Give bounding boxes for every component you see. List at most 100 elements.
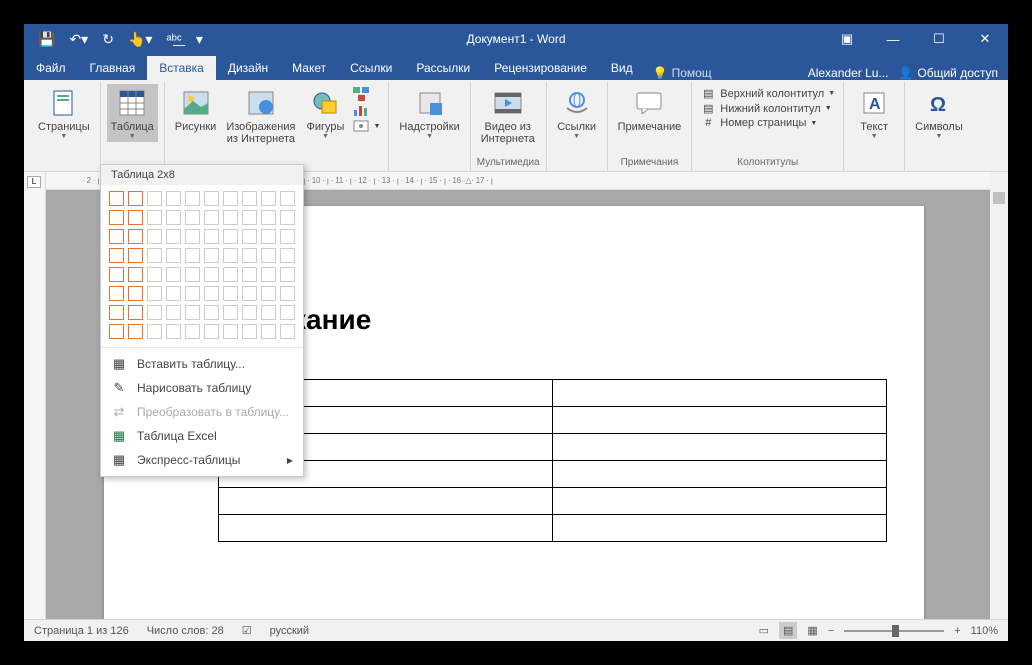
grid-cell[interactable] [128,267,143,282]
grid-cell[interactable] [223,267,238,282]
page-number-button[interactable]: #Номер страницы ▼ [698,116,837,130]
tab-insert[interactable]: Вставка [147,56,216,80]
table-size-grid[interactable] [101,185,303,347]
grid-cell[interactable] [185,229,200,244]
grid-cell[interactable] [204,248,219,263]
tab-review[interactable]: Рецензирование [482,56,599,80]
grid-cell[interactable] [185,248,200,263]
grid-cell[interactable] [147,267,162,282]
grid-cell[interactable] [147,248,162,263]
chart-button[interactable] [351,102,382,118]
word-count[interactable]: Число слов: 28 [147,625,224,637]
grid-cell[interactable] [204,191,219,206]
zoom-in-button[interactable]: + [954,625,960,637]
spelling-icon[interactable]: ᵃᵇ͟ᶜ [166,31,181,47]
insert-table-menu[interactable]: ▦Вставить таблицу... [101,352,303,376]
grid-cell[interactable] [147,286,162,301]
grid-cell[interactable] [166,191,181,206]
draw-table-menu[interactable]: ✎Нарисовать таблицу [101,376,303,400]
share-button[interactable]: 👤 Общий доступ [898,66,998,80]
grid-cell[interactable] [128,324,143,339]
proofing-icon[interactable]: ☑ [242,624,252,637]
tab-references[interactable]: Ссылки [338,56,404,80]
grid-cell[interactable] [185,305,200,320]
grid-cell[interactable] [280,210,295,225]
pictures-button[interactable]: Рисунки [171,84,221,135]
grid-cell[interactable] [261,248,276,263]
grid-cell[interactable] [109,191,124,206]
grid-cell[interactable] [280,248,295,263]
zoom-out-button[interactable]: − [828,625,834,637]
grid-cell[interactable] [128,191,143,206]
grid-cell[interactable] [242,305,257,320]
minimize-button[interactable]: — [870,24,916,54]
grid-cell[interactable] [204,210,219,225]
page-status[interactable]: Страница 1 из 126 [34,625,129,637]
addins-button[interactable]: Надстройки▼ [395,84,463,142]
document-table[interactable] [218,379,887,542]
grid-cell[interactable] [128,286,143,301]
grid-cell[interactable] [223,324,238,339]
grid-cell[interactable] [261,229,276,244]
grid-cell[interactable] [185,286,200,301]
tab-design[interactable]: Дизайн [216,56,280,80]
save-icon[interactable]: 💾 [38,31,55,48]
text-button[interactable]: A Текст▼ [850,84,898,142]
zoom-level[interactable]: 110% [971,625,998,637]
grid-cell[interactable] [128,229,143,244]
tab-file[interactable]: Файл [24,56,78,80]
grid-cell[interactable] [261,191,276,206]
qat-customize-icon[interactable]: ▾ [196,31,203,48]
grid-cell[interactable] [166,305,181,320]
grid-cell[interactable] [261,286,276,301]
grid-cell[interactable] [204,267,219,282]
grid-cell[interactable] [166,286,181,301]
table-button[interactable]: Таблица▼ [107,84,158,142]
grid-cell[interactable] [261,305,276,320]
grid-cell[interactable] [280,286,295,301]
grid-cell[interactable] [128,305,143,320]
grid-cell[interactable] [109,210,124,225]
grid-cell[interactable] [147,229,162,244]
grid-cell[interactable] [261,267,276,282]
grid-cell[interactable] [280,324,295,339]
user-name[interactable]: Alexander Lu... [808,66,889,80]
grid-cell[interactable] [147,324,162,339]
grid-cell[interactable] [185,267,200,282]
tab-home[interactable]: Главная [78,56,148,80]
language-status[interactable]: русский [270,625,309,637]
grid-cell[interactable] [185,191,200,206]
grid-cell[interactable] [185,210,200,225]
footer-button[interactable]: ▤Нижний колонтитул ▼ [698,101,837,116]
grid-cell[interactable] [261,210,276,225]
web-layout-icon[interactable]: ▦ [807,624,817,637]
grid-cell[interactable] [109,229,124,244]
grid-cell[interactable] [223,305,238,320]
grid-cell[interactable] [261,324,276,339]
grid-cell[interactable] [280,191,295,206]
grid-cell[interactable] [147,305,162,320]
grid-cell[interactable] [242,229,257,244]
grid-cell[interactable] [166,229,181,244]
grid-cell[interactable] [128,210,143,225]
screenshot-button[interactable]: ▼ [351,118,382,134]
smartart-button[interactable] [351,86,382,102]
ribbon-options-icon[interactable]: ▣ [824,24,870,54]
grid-cell[interactable] [242,210,257,225]
grid-cell[interactable] [242,191,257,206]
grid-cell[interactable] [223,229,238,244]
grid-cell[interactable] [204,286,219,301]
grid-cell[interactable] [280,267,295,282]
grid-cell[interactable] [128,248,143,263]
pages-button[interactable]: Страницы▼ [34,84,94,142]
vertical-ruler[interactable]: L [24,172,46,619]
online-video-button[interactable]: Видео из Интернета [477,84,539,147]
read-mode-icon[interactable]: ▭ [759,624,769,637]
tell-me[interactable]: 💡 Помощ [645,66,720,80]
touch-mode-icon[interactable]: 👆▾ [128,31,152,48]
grid-cell[interactable] [223,286,238,301]
grid-cell[interactable] [166,267,181,282]
grid-cell[interactable] [166,324,181,339]
maximize-button[interactable]: ☐ [916,24,962,54]
tab-layout[interactable]: Макет [280,56,338,80]
